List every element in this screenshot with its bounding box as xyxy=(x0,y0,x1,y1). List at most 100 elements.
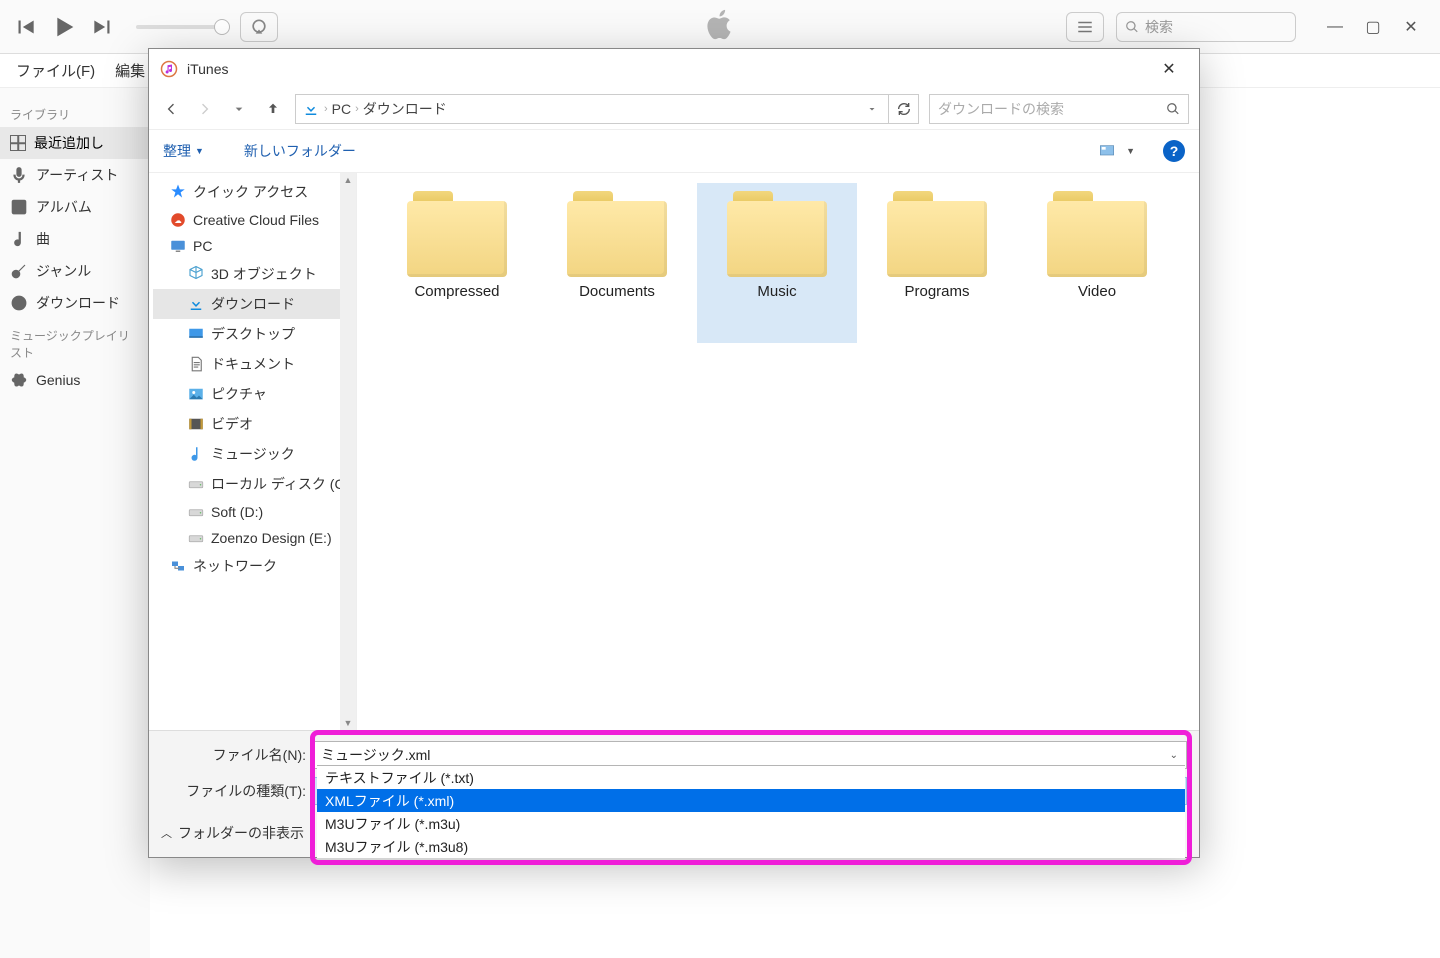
folder-icon xyxy=(727,191,827,277)
close-button[interactable]: ✕ xyxy=(1394,14,1428,40)
nav-back-button[interactable] xyxy=(159,97,183,121)
list-view-button[interactable] xyxy=(1066,12,1104,42)
mic-icon xyxy=(10,166,28,184)
dialog-title: iTunes xyxy=(187,61,229,77)
download-icon xyxy=(10,294,28,312)
filename-input[interactable]: ミュージック.xml⌄ xyxy=(312,741,1187,769)
3d-icon xyxy=(187,266,205,282)
tree-item[interactable]: Zoenzo Design (E:) xyxy=(153,525,356,551)
dialog-command-bar: 整理 ▼ 新しいフォルダー ▼ ? xyxy=(149,129,1199,173)
folder-item[interactable]: Documents xyxy=(537,183,697,343)
folder-item[interactable]: Video xyxy=(1017,183,1177,343)
new-folder-button[interactable]: 新しいフォルダー xyxy=(244,141,356,161)
cc-icon: ☁ xyxy=(169,212,187,228)
sidebar-item-albums[interactable]: アルバム xyxy=(0,191,150,223)
sidebar-item-recent[interactable]: 最近追加し xyxy=(0,127,150,159)
folder-item[interactable]: Compressed xyxy=(377,183,537,343)
sidebar-group-playlists: ミュージックプレイリスト xyxy=(0,319,150,365)
sidebar-item-downloads[interactable]: ダウンロード xyxy=(0,287,150,319)
tree-item[interactable]: ピクチャ xyxy=(153,379,356,409)
breadcrumb-bar[interactable]: › PC › ダウンロード xyxy=(295,94,889,124)
tree-item[interactable]: ミュージック xyxy=(153,439,356,469)
sidebar-item-genres[interactable]: ジャンル xyxy=(0,255,150,287)
dialog-tree[interactable]: クイック アクセス☁Creative Cloud FilesPC3D オブジェク… xyxy=(149,173,357,730)
volume-slider[interactable] xyxy=(136,25,216,29)
hdd-icon xyxy=(187,530,205,546)
play-button[interactable] xyxy=(48,11,80,43)
breadcrumb-folder[interactable]: ダウンロード xyxy=(363,99,447,119)
tree-item[interactable]: 3D オブジェクト xyxy=(153,259,356,289)
download-arrow-icon xyxy=(302,100,320,118)
sidebar-item-songs[interactable]: 曲 xyxy=(0,223,150,255)
dialog-bottom: ファイル名(N): ミュージック.xml⌄ ファイルの種類(T): XMLファイ… xyxy=(149,730,1199,857)
folder-item[interactable]: Music xyxy=(697,183,857,343)
hdd-icon xyxy=(187,504,205,520)
list-icon xyxy=(10,135,26,151)
sidebar-item-genius[interactable]: Genius xyxy=(0,365,150,395)
tree-item[interactable]: PC xyxy=(153,233,356,259)
vid-icon xyxy=(187,416,205,432)
tree-item[interactable]: ドキュメント xyxy=(153,349,356,379)
folder-icon xyxy=(567,191,667,277)
dialog-search-placeholder: ダウンロードの検索 xyxy=(938,99,1064,119)
next-button[interactable] xyxy=(90,14,116,40)
tree-item[interactable]: デスクトップ xyxy=(153,319,356,349)
save-dialog: iTunes ✕ › PC › ダウンロード ダウンロードの検索 整理 ▼ 新し… xyxy=(148,48,1200,858)
tree-item[interactable]: ☁Creative Cloud Files xyxy=(153,207,356,233)
dialog-search[interactable]: ダウンロードの検索 xyxy=(929,94,1189,124)
doc-icon xyxy=(187,356,205,372)
tree-item[interactable]: Soft (D:) xyxy=(153,499,356,525)
folder-icon xyxy=(407,191,507,277)
svg-text:☁: ☁ xyxy=(174,216,182,225)
star-icon xyxy=(169,184,187,200)
menu-edit[interactable]: 編集 xyxy=(107,56,153,85)
sidebar-group-library: ライブラリ xyxy=(0,98,150,127)
folder-item[interactable]: Programs xyxy=(857,183,1017,343)
filetype-label: ファイルの種類(T): xyxy=(161,781,306,801)
airplay-button[interactable] xyxy=(240,12,278,42)
folder-icon xyxy=(1047,191,1147,277)
nav-forward-button[interactable] xyxy=(193,97,217,121)
itunes-search[interactable]: 検索 xyxy=(1116,12,1296,42)
maximize-button[interactable]: ▢ xyxy=(1356,14,1390,40)
view-chevron-icon[interactable]: ▼ xyxy=(1126,146,1135,156)
tree-item[interactable]: ダウンロード xyxy=(153,289,356,319)
filename-label: ファイル名(N): xyxy=(161,745,306,765)
menu-file[interactable]: ファイル(F) xyxy=(8,56,103,85)
note-icon xyxy=(10,230,28,248)
dialog-titlebar: iTunes ✕ xyxy=(149,49,1199,89)
chevron-down-icon[interactable] xyxy=(862,103,882,115)
dl-icon xyxy=(187,296,205,312)
minimize-button[interactable]: — xyxy=(1318,14,1352,40)
organize-button[interactable]: 整理 ▼ xyxy=(163,141,204,161)
desk-icon xyxy=(187,326,205,342)
dialog-close-button[interactable]: ✕ xyxy=(1149,54,1189,84)
tree-item[interactable]: ネットワーク xyxy=(153,551,356,581)
view-button[interactable] xyxy=(1096,142,1118,160)
chevron-down-icon[interactable]: ⌄ xyxy=(1170,786,1178,797)
tree-item[interactable]: ローカル ディスク (C:) xyxy=(153,469,356,499)
chevron-down-icon[interactable]: ⌄ xyxy=(1170,750,1178,761)
tree-item[interactable]: クイック アクセス xyxy=(153,177,356,207)
scrollbar[interactable]: ▲▼ xyxy=(340,173,356,730)
help-button[interactable]: ? xyxy=(1163,140,1185,162)
nav-recent-button[interactable] xyxy=(227,97,251,121)
album-icon xyxy=(10,198,28,216)
net-icon xyxy=(169,558,187,574)
nav-up-button[interactable] xyxy=(261,97,285,121)
search-icon xyxy=(1166,102,1180,116)
folder-icon xyxy=(887,191,987,277)
guitar-icon xyxy=(10,262,28,280)
tree-item[interactable]: ビデオ xyxy=(153,409,356,439)
dialog-address-bar: › PC › ダウンロード ダウンロードの検索 xyxy=(149,89,1199,129)
filetype-select[interactable]: XMLファイル (*.xml)⌄ xyxy=(312,777,1187,805)
breadcrumb-pc[interactable]: PC xyxy=(332,101,351,117)
refresh-button[interactable] xyxy=(889,94,919,124)
sidebar-item-artists[interactable]: アーティスト xyxy=(0,159,150,191)
prev-button[interactable] xyxy=(12,14,38,40)
itunes-sidebar: ライブラリ 最近追加し アーティスト アルバム 曲 ジャンル ダウンロード ミュ… xyxy=(0,88,150,958)
folder-pane[interactable]: CompressedDocumentsMusicProgramsVideo xyxy=(357,173,1199,730)
atom-icon xyxy=(10,371,28,389)
hide-folders-toggle[interactable]: ︿フォルダーの非表示 xyxy=(161,813,1187,843)
window-controls: — ▢ ✕ xyxy=(1318,14,1428,40)
